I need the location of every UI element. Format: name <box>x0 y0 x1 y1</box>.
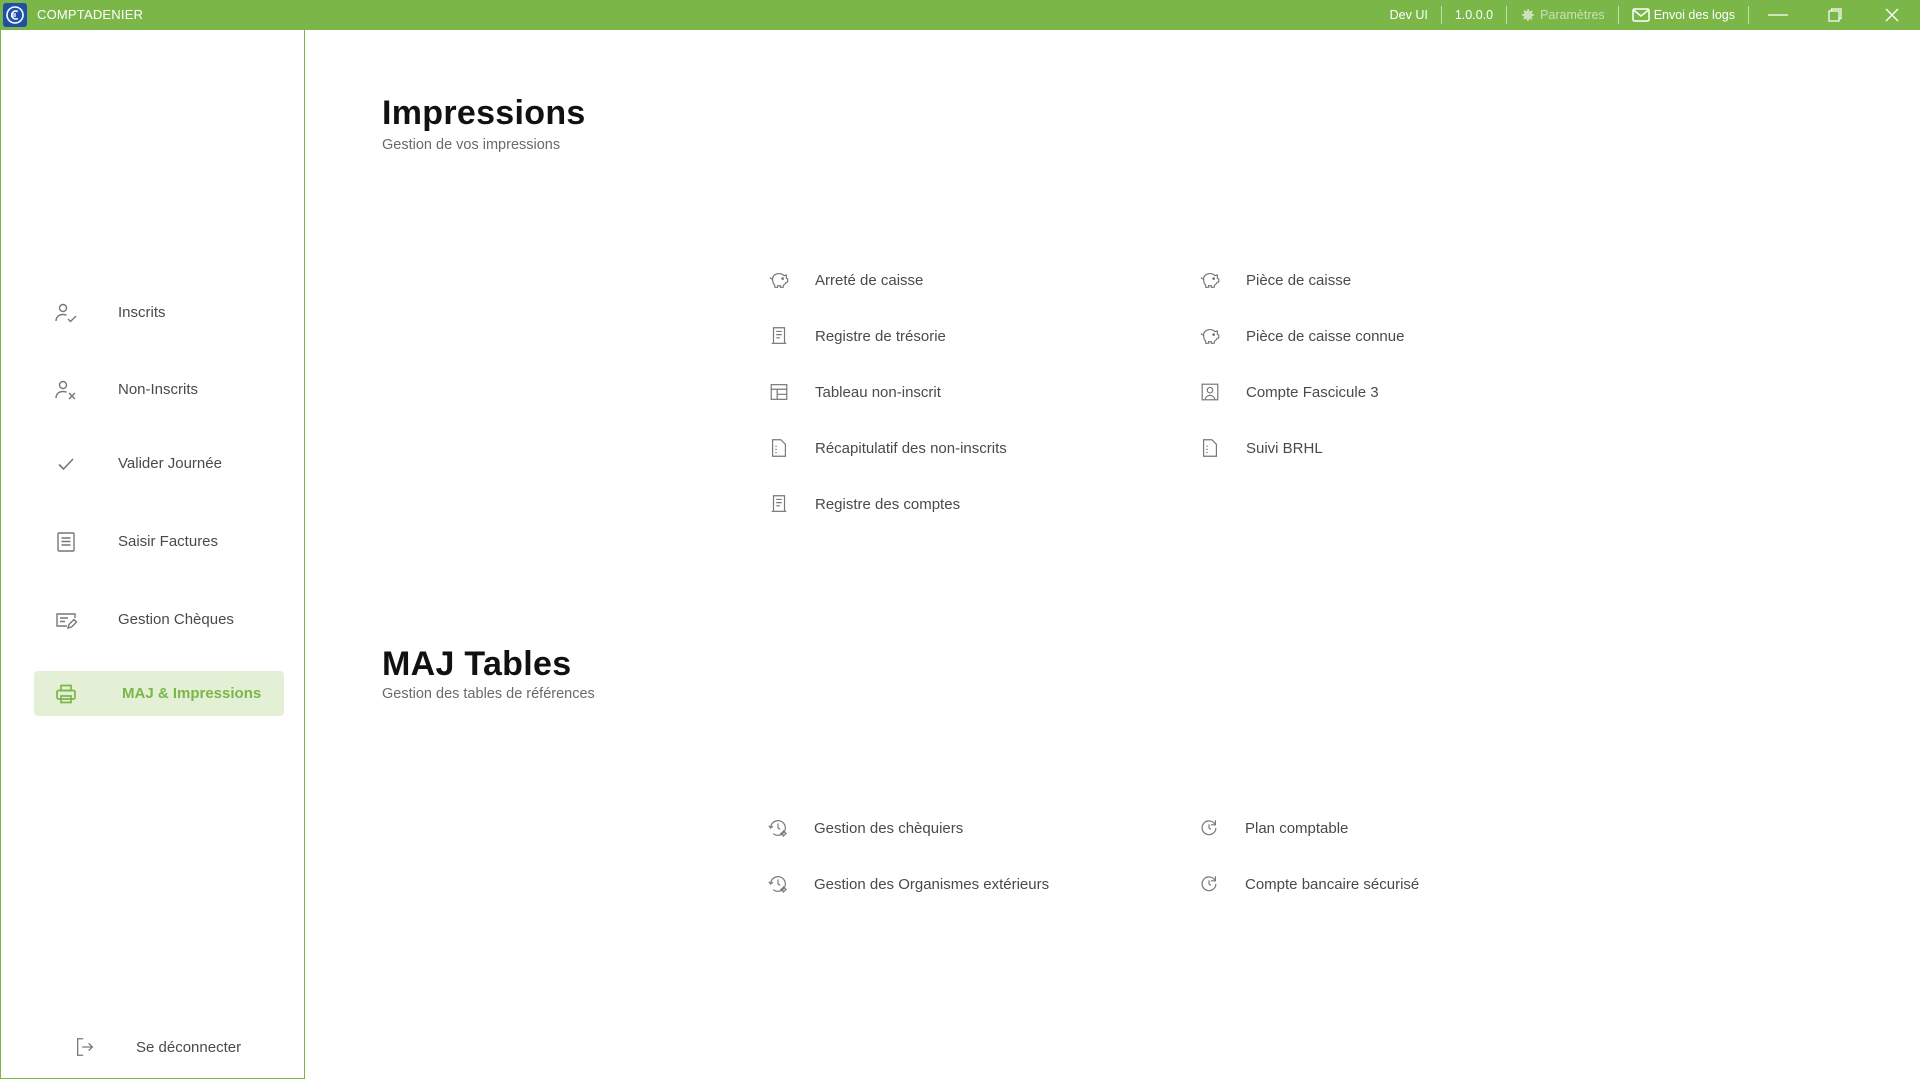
sidebar-item-label: Inscrits <box>118 304 166 321</box>
register-icon <box>768 493 790 515</box>
user-x-icon <box>54 378 78 402</box>
close-button[interactable] <box>1863 0 1920 30</box>
link-label: Gestion des Organismes extérieurs <box>814 875 1050 893</box>
link-piece-de-caisse[interactable]: Pièce de caisse <box>1199 266 1351 294</box>
sidebar-item-label: Non-Inscrits <box>118 381 199 398</box>
history-gear-icon <box>767 873 789 895</box>
settings-label: Paramètres <box>1540 8 1605 22</box>
sidebar-item-gestion-cheques[interactable]: Gestion Chèques <box>34 597 284 642</box>
link-registre-de-tresorie[interactable]: Registre de trésorie <box>768 322 946 350</box>
logout-button[interactable]: Se déconnecter <box>74 1032 241 1062</box>
piggy-bank-icon <box>1199 325 1221 347</box>
minimize-icon <box>1767 14 1788 16</box>
sidebar-item-valider-journee[interactable]: Valider Journée <box>34 441 284 486</box>
sidebar-item-label: Saisir Factures <box>118 533 219 550</box>
maj-tables-subtitle: Gestion des tables de références <box>382 686 595 702</box>
file-list-icon <box>1199 437 1221 459</box>
restore-icon <box>1827 8 1842 22</box>
link-piece-de-caisse-connue[interactable]: Pièce de caisse connue <box>1199 322 1404 350</box>
cheque-edit-icon <box>54 608 78 632</box>
link-label: Pièce de caisse connue <box>1246 327 1405 345</box>
link-recapitulatif-non-inscrits[interactable]: Récapitulatif des non-inscrits <box>768 434 1007 462</box>
link-compte-bancaire-securise[interactable]: Compte bancaire sécurisé <box>1198 870 1419 898</box>
send-logs-button[interactable]: Envoi des logs <box>1619 0 1748 30</box>
send-logs-label: Envoi des logs <box>1653 8 1735 22</box>
refresh-icon <box>1198 817 1220 839</box>
link-arrete-de-caisse[interactable]: Arreté de caisse <box>768 266 923 294</box>
sidebar-item-maj-impressions[interactable]: MAJ & Impressions <box>34 671 284 716</box>
mail-icon <box>1631 8 1650 22</box>
link-label: Gestion des chèquiers <box>814 819 964 837</box>
link-label: Arreté de caisse <box>815 271 924 289</box>
gear-icon <box>1520 7 1536 23</box>
link-suivi-brhl[interactable]: Suivi BRHL <box>1199 434 1323 462</box>
env-label: Dev UI <box>1389 8 1428 22</box>
link-label: Compte bancaire sécurisé <box>1245 875 1420 893</box>
link-label: Suivi BRHL <box>1246 439 1323 457</box>
logout-icon <box>74 1036 96 1058</box>
file-list-icon <box>768 437 790 459</box>
link-plan-comptable[interactable]: Plan comptable <box>1198 814 1348 842</box>
sidebar-item-label: MAJ & Impressions <box>122 685 262 702</box>
link-label: Registre de trésorie <box>815 327 946 345</box>
user-check-icon <box>54 301 78 325</box>
link-label: Plan comptable <box>1245 819 1349 837</box>
maj-tables-title: MAJ Tables <box>382 645 572 683</box>
app-title: COMPTADENIER <box>37 7 144 22</box>
link-label: Pièce de caisse <box>1246 271 1352 289</box>
link-label: Compte Fascicule 3 <box>1246 383 1379 401</box>
link-gestion-des-chequiers[interactable]: Gestion des chèquiers <box>767 814 963 842</box>
app-logo-icon <box>3 3 27 27</box>
account-box-icon <box>1199 381 1221 403</box>
piggy-bank-icon <box>768 269 790 291</box>
settings-button[interactable]: Paramètres <box>1507 0 1618 30</box>
minimize-button[interactable] <box>1749 0 1806 30</box>
sidebar-item-inscrits[interactable]: Inscrits <box>34 290 284 335</box>
check-icon <box>54 452 78 476</box>
printer-icon <box>54 682 78 706</box>
register-icon <box>768 325 790 347</box>
logout-label: Se déconnecter <box>136 1038 242 1056</box>
refresh-icon <box>1198 873 1220 895</box>
link-label: Tableau non-inscrit <box>815 383 941 401</box>
close-icon <box>1885 8 1899 22</box>
link-compte-fascicule-3[interactable]: Compte Fascicule 3 <box>1199 378 1379 406</box>
impressions-title: Impressions <box>382 94 586 132</box>
title-bar: COMPTADENIER Dev UI 1.0.0.0 Paramètres E… <box>0 0 1920 30</box>
piggy-bank-icon <box>1199 269 1221 291</box>
link-tableau-non-inscrit[interactable]: Tableau non-inscrit <box>768 378 941 406</box>
sidebar: Inscrits Non-Inscrits Valider Journée Sa… <box>0 30 305 1079</box>
impressions-subtitle: Gestion de vos impressions <box>382 137 561 153</box>
version-label: 1.0.0.0 <box>1454 8 1494 22</box>
link-gestion-organismes-exterieurs[interactable]: Gestion des Organismes extérieurs <box>767 870 1049 898</box>
table-icon <box>768 381 790 403</box>
sidebar-item-label: Gestion Chèques <box>118 611 234 628</box>
link-registre-des-comptes[interactable]: Registre des comptes <box>768 490 960 518</box>
history-gear-icon <box>767 817 789 839</box>
link-label: Registre des comptes <box>815 495 961 513</box>
link-label: Récapitulatif des non-inscrits <box>815 439 1007 457</box>
restore-button[interactable] <box>1806 0 1863 30</box>
document-lines-icon <box>54 530 78 554</box>
sidebar-item-label: Valider Journée <box>118 455 222 472</box>
sidebar-item-non-inscrits[interactable]: Non-Inscrits <box>34 367 284 412</box>
sidebar-item-saisir-factures[interactable]: Saisir Factures <box>34 519 284 564</box>
